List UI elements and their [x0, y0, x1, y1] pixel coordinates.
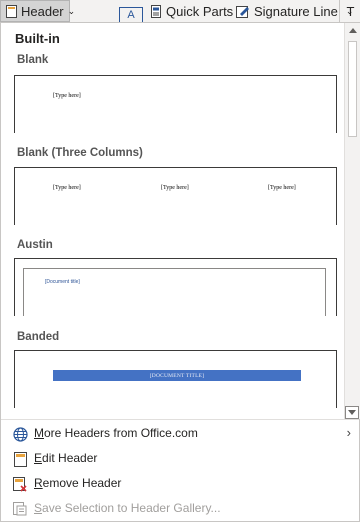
- ribbon-strip: Header ⌄ A Quick Parts ⌄ Signature Line …: [0, 0, 360, 23]
- signature-line-label: Signature Line: [254, 3, 338, 19]
- menu-item-label: Edit Header: [34, 451, 98, 465]
- header-gallery: Built-in Blank [Type here] Blank (Three …: [1, 23, 344, 419]
- placeholder-text-right: [Type here]: [268, 185, 296, 191]
- menu-item-label: Save Selection to Header Gallery...: [34, 501, 221, 515]
- header-option-blank-three-columns[interactable]: [Type here] [Type here] [Type here]: [14, 167, 337, 225]
- placeholder-document-title: [DOCUMENT TITLE]: [149, 372, 205, 379]
- section-title-blank-three-columns: Blank (Three Columns): [17, 147, 143, 159]
- remove-header-icon: [12, 476, 28, 492]
- quick-parts-icon: [150, 4, 162, 18]
- banded-title-bar: [DOCUMENT TITLE]: [53, 370, 301, 381]
- placeholder-document-title: [Document title]: [45, 279, 80, 285]
- menu-item-remove-header[interactable]: Remove Header: [1, 471, 359, 496]
- placeholder-text: [Type here]: [53, 93, 81, 99]
- edit-header-icon: [12, 451, 28, 467]
- scroll-up-arrow-icon[interactable]: [345, 23, 360, 37]
- save-to-gallery-icon: [12, 501, 28, 517]
- header-page-icon: [6, 4, 17, 18]
- menu-divider: [1, 419, 359, 420]
- globe-icon: [12, 426, 28, 442]
- ribbon-overflow-label: T: [346, 3, 355, 19]
- header-option-banded[interactable]: [DOCUMENT TITLE]: [14, 350, 337, 408]
- placeholder-text-center: [Type here]: [161, 185, 189, 191]
- header-dropdown-button[interactable]: Header ⌄: [0, 0, 75, 22]
- header-option-blank[interactable]: [Type here]: [14, 75, 337, 133]
- quick-parts-label: Quick Parts: [166, 3, 234, 19]
- quick-parts-button[interactable]: Quick Parts ⌄: [150, 0, 245, 22]
- text-box-icon: A: [119, 7, 143, 23]
- menu-item-save-selection[interactable]: Save Selection to Header Gallery...: [1, 496, 359, 521]
- menu-item-label: Remove Header: [34, 476, 122, 490]
- header-button-label: Header: [21, 3, 64, 19]
- scrollbar-thumb[interactable]: [348, 41, 357, 137]
- section-title-austin: Austin: [17, 239, 53, 251]
- chevron-right-icon: ›: [346, 425, 351, 440]
- chevron-down-icon: ⌄: [67, 5, 76, 16]
- scroll-down-arrow-icon[interactable]: [345, 406, 359, 419]
- header-gallery-panel: Built-in Blank [Type here] Blank (Three …: [0, 22, 360, 522]
- header-option-austin[interactable]: [Document title]: [14, 258, 337, 316]
- ribbon-overflow-button[interactable]: T: [339, 0, 360, 22]
- gallery-category-title: Built-in: [15, 31, 60, 46]
- signature-line-button[interactable]: Signature Line ⌄: [236, 0, 353, 22]
- menu-item-more-headers[interactable]: More Headers from Office.com ›: [1, 421, 359, 446]
- austin-border-frame: [23, 268, 326, 316]
- section-title-banded: Banded: [17, 331, 60, 343]
- menu-item-label: More Headers from Office.com: [34, 426, 198, 440]
- menu-item-edit-header[interactable]: Edit Header: [1, 446, 359, 471]
- text-box-button[interactable]: A: [116, 0, 146, 23]
- signature-pen-icon: [236, 5, 250, 18]
- section-title-blank: Blank: [17, 54, 49, 66]
- placeholder-text-left: [Type here]: [53, 185, 81, 191]
- gallery-scrollbar[interactable]: [344, 23, 360, 419]
